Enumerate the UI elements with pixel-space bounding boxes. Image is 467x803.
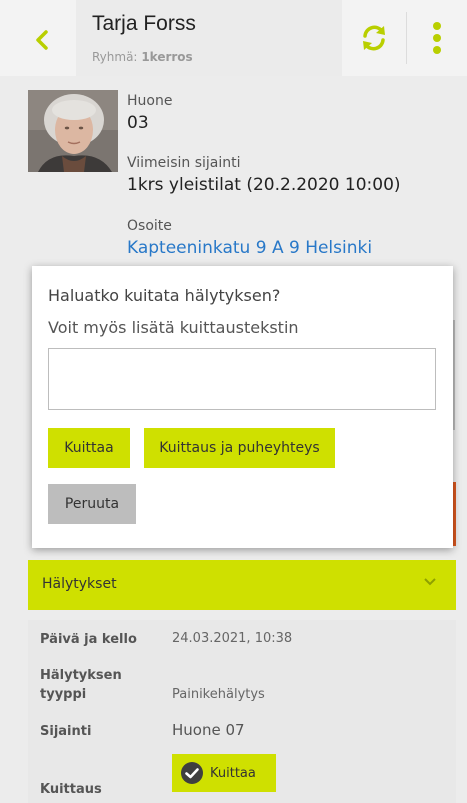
refresh-icon	[363, 25, 385, 51]
datetime-value: 24.03.2021, 10:38	[172, 631, 293, 646]
more-menu-button[interactable]	[407, 0, 467, 76]
back-button[interactable]	[22, 20, 62, 60]
resident-title: Tarja Forss Ryhmä: 1kerros	[76, 0, 342, 76]
location-row-value: Huone 07	[172, 721, 245, 739]
type-label-line1: Hälytyksen	[40, 668, 122, 683]
chevron-down-icon	[424, 578, 436, 586]
type-label: Hälytyksen tyyppi	[40, 666, 122, 704]
more-vertical-icon	[433, 22, 441, 54]
chevron-left-icon	[36, 30, 48, 50]
dialog-title: Haluatko kuitata hälytyksen?	[48, 286, 281, 305]
group-value: 1kerros	[141, 50, 193, 64]
alert-acknowledge-label: Kuittaa	[210, 765, 256, 781]
check-circle-icon	[181, 762, 203, 784]
alert-acknowledge-button[interactable]: Kuittaa	[172, 754, 276, 792]
location-value: 1krs yleistilat (20.2.2020 10:00)	[127, 175, 401, 195]
location-row-label: Sijainti	[40, 724, 92, 739]
datetime-label: Päivä ja kello	[40, 632, 137, 647]
ack-label: Kuittaus	[40, 782, 102, 797]
address-link[interactable]: Kapteeninkatu 9 A 9 Helsinki	[127, 238, 372, 258]
alert-card: Päivä ja kello 24.03.2021, 10:38 Hälytyk…	[28, 620, 456, 803]
type-label-line2: tyyppi	[40, 687, 87, 702]
cancel-button[interactable]: Peruuta	[48, 484, 136, 524]
acknowledge-dialog: Haluatko kuitata hälytyksen? Voit myös l…	[32, 266, 453, 548]
alerts-section-title: Hälytykset	[42, 576, 117, 592]
acknowledge-button[interactable]: Kuittaa	[48, 428, 130, 468]
refresh-button[interactable]	[342, 0, 406, 76]
room-label: Huone	[127, 93, 173, 109]
type-value: Painikehälytys	[172, 687, 265, 702]
acknowledge-and-call-button[interactable]: Kuittaus ja puheyhteys	[144, 428, 335, 468]
address-label: Osoite	[127, 218, 172, 234]
app-header: Tarja Forss Ryhmä: 1kerros	[0, 0, 467, 76]
resident-name: Tarja Forss	[92, 12, 196, 35]
resident-avatar	[28, 90, 118, 172]
room-value: 03	[127, 113, 149, 133]
alerts-section-header[interactable]: Hälytykset	[28, 560, 456, 610]
location-label: Viimeisin sijainti	[127, 155, 241, 171]
dialog-subtitle: Voit myös lisätä kuittaustekstin	[48, 318, 299, 337]
acknowledge-text-input[interactable]	[48, 348, 436, 410]
resident-group: Ryhmä: 1kerros	[92, 50, 193, 64]
group-label: Ryhmä:	[92, 50, 138, 64]
